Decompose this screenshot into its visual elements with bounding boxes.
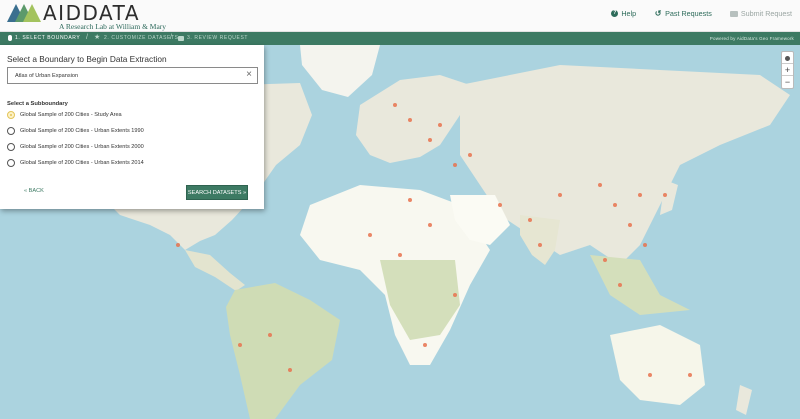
step-bar: 1. SELECT BOUNDARY / ★ 2. CUSTOMIZE DATA… [0, 32, 800, 45]
step-separator: / [170, 34, 173, 41]
zoom-out-button[interactable]: − [782, 76, 793, 88]
subboundary-option-label: Global Sample of 200 Cities - Urban Exte… [20, 160, 144, 166]
step-customize-datasets-label: 2. CUSTOMIZE DATASETS [104, 35, 179, 41]
radio-button[interactable] [7, 143, 15, 151]
subboundary-option[interactable]: Global Sample of 200 Cities - Study Area [7, 111, 122, 119]
step-review-request-label: 3. REVIEW REQUEST [187, 35, 249, 41]
globe-icon [785, 56, 790, 61]
subboundary-option-label: Global Sample of 200 Cities - Urban Exte… [20, 128, 144, 134]
step-select-boundary-label: 1. SELECT BOUNDARY [15, 35, 81, 41]
history-icon: ↺ [654, 9, 662, 18]
map-pin-icon [8, 35, 12, 41]
step-select-boundary[interactable]: 1. SELECT BOUNDARY [8, 35, 80, 41]
subboundary-option-label: Global Sample of 200 Cities - Urban Exte… [20, 144, 144, 150]
top-header: AIDDATA A Research Lab at William & Mary… [0, 0, 800, 32]
help-label: Help [621, 9, 637, 18]
past-requests-link[interactable]: ↺ Past Requests [654, 9, 712, 18]
step-review-request[interactable]: 3. REVIEW REQUEST [178, 35, 248, 41]
star-icon: ★ [94, 34, 101, 41]
panel-title: Select a Boundary to Begin Data Extracti… [7, 54, 167, 64]
past-requests-label: Past Requests [665, 9, 712, 18]
locate-button[interactable] [782, 52, 793, 64]
list-icon [729, 10, 738, 17]
step-customize-datasets[interactable]: ★ 2. CUSTOMIZE DATASETS [94, 34, 179, 41]
radio-button[interactable] [7, 111, 15, 119]
aiddata-logo[interactable]: AIDDATA A Research Lab at William & Mary [7, 1, 166, 31]
subboundary-option[interactable]: Global Sample of 200 Cities - Urban Exte… [7, 159, 144, 167]
help-link[interactable]: ? Help [611, 9, 636, 18]
step-separator: / [86, 34, 89, 41]
back-button[interactable]: « BACK [24, 188, 44, 194]
radio-button[interactable] [7, 127, 15, 135]
map-controls: + − [781, 51, 794, 89]
list-icon [178, 35, 184, 41]
subboundary-option[interactable]: Global Sample of 200 Cities - Urban Exte… [7, 127, 144, 135]
zoom-in-button[interactable]: + [782, 64, 793, 76]
boundary-panel: Select a Boundary to Begin Data Extracti… [0, 45, 264, 209]
boundary-select[interactable]: Atlas of Urban Expansion × [7, 67, 258, 84]
boundary-select-value: Atlas of Urban Expansion [15, 72, 79, 79]
subboundary-option-label: Global Sample of 200 Cities - Study Area [20, 112, 122, 118]
clear-icon[interactable]: × [246, 69, 252, 80]
submit-request-label: Submit Request [740, 9, 792, 18]
radio-button[interactable] [7, 159, 15, 167]
subboundary-label: Select a Subboundary [7, 101, 68, 107]
subboundary-option[interactable]: Global Sample of 200 Cities - Urban Exte… [7, 143, 144, 151]
logo-mark-icon [7, 4, 41, 22]
logo-subtitle: A Research Lab at William & Mary [59, 22, 167, 31]
help-icon: ? [611, 10, 619, 17]
top-nav: ? Help ↺ Past Requests Submit Request [611, 9, 792, 18]
search-datasets-button[interactable]: SEARCH DATASETS » [186, 185, 248, 200]
submit-request-link[interactable]: Submit Request [729, 9, 792, 18]
powered-by-text: Powered by AidData's Geo Framework [709, 36, 794, 41]
